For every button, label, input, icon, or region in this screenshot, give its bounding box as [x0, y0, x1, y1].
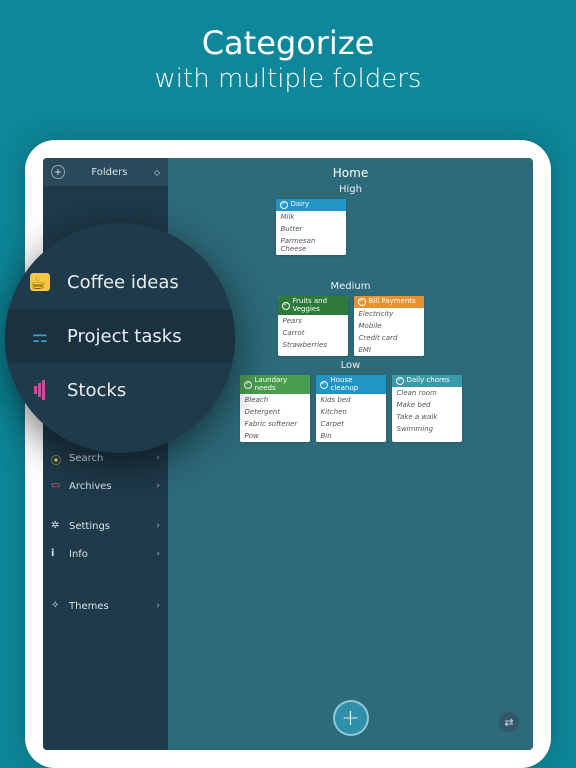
check-icon: [396, 377, 404, 385]
chevron-right-icon: ›: [156, 549, 160, 559]
chevron-right-icon: ›: [156, 521, 160, 531]
check-icon: [320, 381, 328, 389]
sidebar-archives[interactable]: ▭ Archives ›: [43, 472, 168, 500]
chevron-right-icon: ›: [156, 601, 160, 611]
card-chores[interactable]: Daily chores Clean room Make bed Take a …: [392, 375, 462, 442]
section-medium: Medium: [176, 281, 525, 292]
card-bills[interactable]: Bill Payments Electricity Mobile Credit …: [354, 296, 424, 356]
hero-text: Categorize with multiple folders: [0, 0, 576, 94]
folder-coffee-ideas[interactable]: ☕ Coffee ideas: [5, 255, 235, 309]
folders-header[interactable]: + Folders ◇: [43, 158, 168, 186]
gear-icon: ✲: [51, 520, 63, 532]
folder-stocks[interactable]: Stocks: [5, 363, 235, 417]
board-title: Home: [176, 166, 525, 180]
card-cleanup[interactable]: House cleanup Kids bed Kitchen Carpet Bi…: [316, 375, 386, 442]
info-icon: i: [51, 548, 63, 560]
check-icon: [358, 298, 366, 306]
themes-icon: ✧: [51, 600, 63, 612]
swap-button[interactable]: ⇄: [499, 712, 519, 732]
check-icon: [280, 201, 288, 209]
coffee-icon: ☕: [27, 269, 53, 295]
sidebar-settings[interactable]: ✲ Settings ›: [43, 512, 168, 540]
card-fruits[interactable]: Fruits and Veggies Pears Carrot Strawber…: [278, 296, 348, 356]
chart-icon: [27, 377, 53, 403]
magnifier-overlay: ☕ Coffee ideas ⚎ Project tasks Stocks: [5, 223, 235, 453]
folders-label: Folders: [91, 167, 127, 178]
check-icon: [282, 302, 290, 310]
sidebar-themes[interactable]: ✧ Themes ›: [43, 592, 168, 620]
archive-icon: ▭: [51, 480, 63, 492]
hero-title: Categorize: [0, 24, 576, 62]
hero-subtitle: with multiple folders: [0, 64, 576, 94]
folder-project-tasks[interactable]: ⚎ Project tasks: [5, 309, 235, 363]
board: Home High Dairy Milk Butter Parmesan Che…: [168, 158, 533, 750]
search-icon: ⦿: [51, 452, 63, 464]
tasks-icon: ⚎: [27, 323, 53, 349]
sidebar-info[interactable]: i Info ›: [43, 540, 168, 568]
section-high: High: [176, 184, 525, 195]
card-dairy[interactable]: Dairy Milk Butter Parmesan Cheese: [276, 199, 346, 255]
sort-icon[interactable]: ◇: [154, 168, 160, 177]
check-icon: [244, 381, 252, 389]
card-laundry[interactable]: Laundary needs Bleach Detergent Fabric s…: [240, 375, 310, 442]
chevron-right-icon: ›: [156, 481, 160, 491]
add-button[interactable]: +: [333, 700, 369, 736]
chevron-right-icon: ›: [156, 453, 160, 463]
add-folder-icon[interactable]: +: [51, 165, 65, 179]
